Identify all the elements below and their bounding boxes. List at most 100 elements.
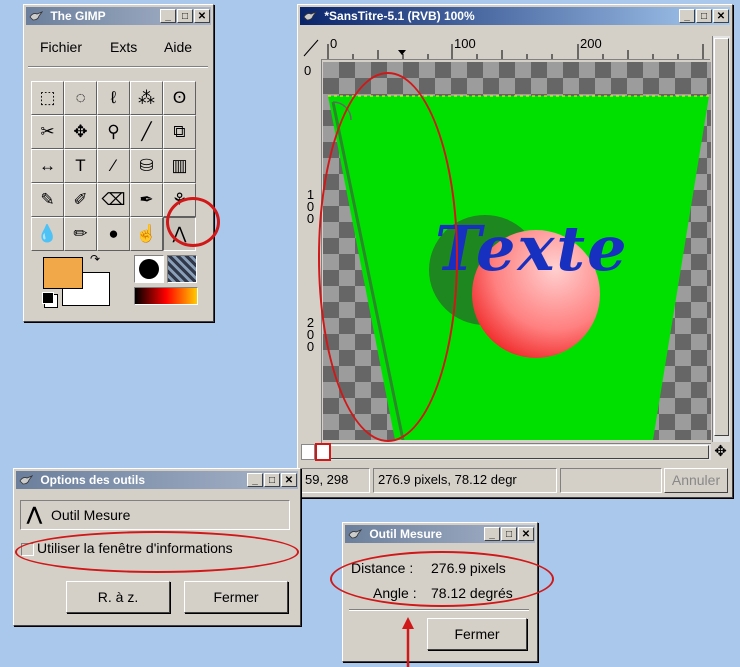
maximize-button[interactable]: □: [501, 527, 517, 541]
blend-tool-icon: ▥: [171, 156, 188, 175]
horizontal-scrollbar[interactable]: [322, 443, 711, 460]
default-colors-icon[interactable]: [42, 292, 54, 304]
scroll-thumb-horizontal[interactable]: [324, 445, 709, 459]
angle-value: 78.12 degrés: [431, 585, 513, 601]
text-tool-icon: T: [75, 156, 86, 175]
convolve-tool-icon: 💧: [36, 224, 59, 243]
toolbox-menubar: Fichier Exts Aide: [24, 39, 213, 61]
airbrush-tool-button[interactable]: ✒: [130, 183, 163, 217]
minimize-button[interactable]: _: [484, 527, 500, 541]
ruler-corner[interactable]: [301, 36, 321, 59]
close-button[interactable]: ✕: [281, 473, 297, 487]
close-button[interactable]: ✕: [713, 9, 729, 23]
measure-title: Outil Mesure: [369, 527, 443, 541]
menu-exts[interactable]: Exts: [110, 39, 137, 55]
tool-options-titlebar[interactable]: Options des outils _ □ ✕: [16, 471, 298, 489]
gimp-logo-icon: [303, 11, 317, 21]
ellipse-select-tool-button[interactable]: ◌: [64, 81, 97, 115]
eraser-tool-button[interactable]: ⌫: [97, 183, 130, 217]
blend-tool-button[interactable]: ▥: [163, 149, 196, 183]
toolbox-titlebar[interactable]: The GIMP _ □ ✕: [26, 7, 211, 25]
minimize-button[interactable]: _: [679, 9, 695, 23]
status-coordinates: 59, 298: [300, 468, 370, 493]
use-info-window-label[interactable]: Utiliser la fenêtre d'informations: [37, 540, 233, 556]
image-titlebar[interactable]: *SansTitre-5.1 (RVB) 100% _ □ ✕: [300, 7, 730, 25]
distance-label: Distance :: [351, 560, 414, 576]
maximize-button[interactable]: □: [177, 9, 193, 23]
cancel-button[interactable]: Annuler: [664, 468, 728, 493]
swap-colors-icon[interactable]: ↷: [90, 252, 100, 266]
ink-tool-button[interactable]: ✏: [64, 217, 97, 251]
color-picker-tool-button[interactable]: ⁄: [97, 149, 130, 183]
distance-value: 276.9 pixels: [431, 560, 506, 576]
pattern-preview[interactable]: [167, 255, 197, 283]
pencil-tool-button[interactable]: ✎: [31, 183, 64, 217]
lasso-select-tool-button[interactable]: ℓ: [97, 81, 130, 115]
rect-select-tool-button[interactable]: ⬚: [31, 81, 64, 115]
menu-aide[interactable]: Aide: [164, 39, 192, 55]
brush-preview[interactable]: [134, 255, 164, 283]
ruler-h-label-100: 100: [454, 36, 476, 51]
magnify-tool-button[interactable]: ⚲: [97, 115, 130, 149]
tool-name-panel: ⋀ Outil Mesure: [20, 500, 290, 530]
transform-tool-button[interactable]: ⧉: [163, 115, 196, 149]
toolbox-title: The GIMP: [50, 9, 106, 23]
vertical-scrollbar[interactable]: [712, 36, 730, 442]
crop-tool-button[interactable]: ╱: [130, 115, 163, 149]
status-progress: [560, 468, 662, 493]
iscissors-tool-button[interactable]: ✂: [31, 115, 64, 149]
paintbrush-tool-button[interactable]: ✐: [64, 183, 97, 217]
measure-tool-icon: ⋀: [172, 224, 187, 243]
clone-tool-button[interactable]: ⚘: [163, 183, 196, 217]
minimize-button[interactable]: _: [160, 9, 176, 23]
brush-pattern-gradient: [134, 255, 200, 311]
fuzzy-select-tool-button[interactable]: ⁂: [130, 81, 163, 115]
transform-tool-icon: ⧉: [173, 122, 186, 141]
close-button[interactable]: ✕: [518, 527, 534, 541]
rect-select-tool-icon: ⬚: [39, 88, 56, 107]
smudge-tool-button[interactable]: ☝: [130, 217, 163, 251]
measure-info-window: Outil Mesure _ □ ✕ Distance : 276.9 pixe…: [342, 522, 538, 662]
close-button[interactable]: ✕: [194, 9, 210, 23]
smudge-tool-icon: ☝: [135, 224, 158, 243]
navigate-icon[interactable]: ✥: [712, 443, 729, 460]
flip-tool-button[interactable]: ↔: [31, 149, 64, 183]
maximize-button[interactable]: □: [264, 473, 280, 487]
ruler-v-label-200: 200: [303, 315, 318, 351]
menu-fichier[interactable]: Fichier: [40, 39, 82, 55]
tool-options-title: Options des outils: [40, 473, 146, 487]
tool-options-window: Options des outils _ □ ✕ ⋀ Outil Mesure …: [13, 468, 301, 626]
bucket-fill-tool-icon: ⛁: [139, 156, 154, 175]
measure-titlebar[interactable]: Outil Mesure _ □ ✕: [345, 525, 535, 543]
scroll-thumb-vertical[interactable]: [714, 38, 729, 436]
reset-button[interactable]: R. à z.: [66, 581, 170, 613]
gimp-logo-icon: [19, 475, 33, 485]
flip-tool-icon: ↔: [39, 156, 56, 175]
quickmask-off-icon[interactable]: [301, 444, 315, 460]
minimize-button[interactable]: _: [247, 473, 263, 487]
move-tool-button[interactable]: ✥: [64, 115, 97, 149]
bucket-fill-tool-button[interactable]: ⛁: [130, 149, 163, 183]
dodge-burn-tool-button[interactable]: ●: [97, 217, 130, 251]
measure-tool-button[interactable]: ⋀: [163, 217, 196, 251]
use-info-window-checkbox[interactable]: [21, 543, 34, 556]
image-canvas[interactable]: Texte: [323, 62, 711, 440]
status-measure: 276.9 pixels, 78.12 degr: [373, 468, 557, 493]
ruler-v-label-0: 0: [304, 63, 312, 78]
color-picker-tool-icon: ⁄: [112, 156, 115, 175]
bezier-select-tool-button[interactable]: ʘ: [163, 81, 196, 115]
canvas-text: Texte: [435, 212, 629, 285]
maximize-button[interactable]: □: [696, 9, 712, 23]
ruler-h-label-0: 0: [330, 36, 338, 51]
convolve-tool-button[interactable]: 💧: [31, 217, 64, 251]
gimp-logo-icon: [348, 529, 362, 539]
quickmask-on-icon[interactable]: [315, 443, 331, 461]
close-options-button[interactable]: Fermer: [184, 581, 288, 613]
horizontal-ruler[interactable]: 0 100 200: [322, 36, 710, 60]
close-measure-button[interactable]: Fermer: [427, 618, 527, 650]
gradient-preview[interactable]: [134, 287, 198, 305]
fuzzy-select-tool-icon: ⁂: [138, 88, 155, 107]
vertical-ruler[interactable]: 0 100 200: [301, 59, 322, 443]
pencil-tool-icon: ✎: [40, 190, 55, 209]
text-tool-button[interactable]: T: [64, 149, 97, 183]
